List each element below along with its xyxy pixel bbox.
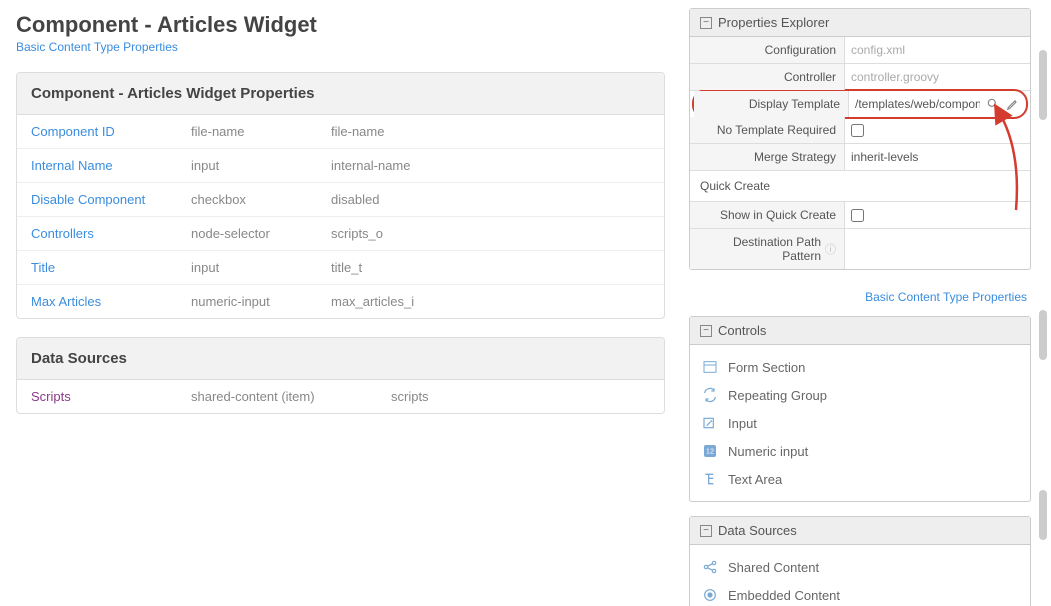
property-label: Disable Component [31, 192, 191, 207]
scrollbar[interactable] [1039, 490, 1047, 540]
controls-title: Controls [718, 323, 766, 338]
datasource-type: shared-content (item) [191, 389, 391, 404]
show-in-quick-create-checkbox[interactable] [851, 209, 864, 222]
merge-strategy-row: Merge Strategy [690, 144, 1030, 171]
property-var: disabled [331, 192, 650, 207]
datasources-header[interactable]: − Data Sources [690, 517, 1030, 545]
pencil-icon[interactable] [1006, 97, 1020, 111]
property-type: node-selector [191, 226, 331, 241]
collapse-icon[interactable]: − [700, 525, 712, 537]
svg-text:12: 12 [706, 447, 714, 456]
property-row[interactable]: Controllers node-selector scripts_o [17, 217, 664, 251]
input-icon [702, 415, 718, 431]
destination-path-pattern-input[interactable] [851, 240, 1024, 258]
datasources-card-title: Data Sources [17, 338, 664, 380]
property-type: input [191, 260, 331, 275]
properties-card: Component - Articles Widget Properties C… [16, 72, 665, 319]
shared-content-icon [702, 559, 718, 575]
configuration-label: Configuration [690, 37, 845, 63]
control-form-section[interactable]: Form Section [700, 353, 1020, 381]
configuration-input[interactable] [851, 41, 1024, 59]
property-row[interactable]: Component ID file-name file-name [17, 115, 664, 149]
destination-path-pattern-label: Destination Path Pattern ⓘ [690, 229, 845, 269]
merge-strategy-label: Merge Strategy [690, 144, 845, 170]
property-row[interactable]: Disable Component checkbox disabled [17, 183, 664, 217]
form-section-icon [702, 359, 718, 375]
property-label: Title [31, 260, 191, 275]
properties-explorer-panel: − Properties Explorer Configuration Cont… [689, 8, 1031, 270]
control-text-area[interactable]: Text Area [700, 465, 1020, 493]
display-template-label: Display Template [694, 91, 849, 117]
property-var: max_articles_i [331, 294, 650, 309]
embedded-content-icon [702, 587, 718, 603]
no-template-required-checkbox[interactable] [851, 124, 864, 137]
collapse-icon[interactable]: − [700, 325, 712, 337]
repeating-group-icon [702, 387, 718, 403]
numeric-input-icon: 12 [702, 443, 718, 459]
scrollbar[interactable] [1039, 310, 1047, 360]
controls-header[interactable]: − Controls [690, 317, 1030, 345]
control-repeating-group[interactable]: Repeating Group [700, 381, 1020, 409]
configuration-row: Configuration [690, 37, 1030, 64]
property-row[interactable]: Max Articles numeric-input max_articles_… [17, 285, 664, 318]
page-title: Component - Articles Widget [16, 12, 665, 38]
no-template-required-row: No Template Required [690, 117, 1030, 144]
destination-path-pattern-row: Destination Path Pattern ⓘ [690, 229, 1030, 269]
search-icon[interactable] [986, 97, 1000, 111]
property-label: Component ID [31, 124, 191, 139]
property-type: checkbox [191, 192, 331, 207]
datasources-panel: − Data Sources Shared Content Embedded C… [689, 516, 1031, 606]
collapse-icon[interactable]: − [700, 17, 712, 29]
properties-explorer-header[interactable]: − Properties Explorer [690, 9, 1030, 37]
show-in-quick-create-label: Show in Quick Create [690, 202, 845, 228]
no-template-required-label: No Template Required [690, 117, 845, 143]
merge-strategy-input[interactable] [851, 148, 1024, 166]
help-icon[interactable]: ⓘ [825, 241, 836, 257]
basic-content-type-properties-link[interactable]: Basic Content Type Properties [16, 40, 665, 54]
controller-input[interactable] [851, 68, 1024, 86]
right-panel: − Properties Explorer Configuration Cont… [681, 0, 1051, 606]
properties-card-title: Component - Articles Widget Properties [17, 73, 664, 115]
control-input[interactable]: Input [700, 409, 1020, 437]
property-label: Internal Name [31, 158, 191, 173]
property-row[interactable]: Title input title_t [17, 251, 664, 285]
show-in-quick-create-row: Show in Quick Create [690, 202, 1030, 229]
property-var: title_t [331, 260, 650, 275]
property-label: Max Articles [31, 294, 191, 309]
left-panel: Component - Articles Widget Basic Conten… [0, 0, 681, 606]
datasource-label: Scripts [31, 389, 191, 404]
control-numeric-input[interactable]: 12 Numeric input [700, 437, 1020, 465]
property-row[interactable]: Internal Name input internal-name [17, 149, 664, 183]
controller-label: Controller [690, 64, 845, 90]
datasource-row[interactable]: Scripts shared-content (item) scripts [17, 380, 664, 413]
text-area-icon [702, 471, 718, 487]
basic-content-type-properties-link-right[interactable]: Basic Content Type Properties [689, 284, 1031, 316]
datasource-var: scripts [391, 389, 650, 404]
datasource-embedded-content[interactable]: Embedded Content [700, 581, 1020, 606]
property-var: internal-name [331, 158, 650, 173]
datasources-card: Data Sources Scripts shared-content (ite… [16, 337, 665, 414]
property-type: numeric-input [191, 294, 331, 309]
datasources-title: Data Sources [718, 523, 797, 538]
property-type: input [191, 158, 331, 173]
quick-create-label: Quick Create [690, 171, 1030, 202]
controller-row: Controller [690, 64, 1030, 91]
display-template-row: Display Template [692, 89, 1028, 119]
scrollbar[interactable] [1039, 50, 1047, 120]
property-type: file-name [191, 124, 331, 139]
properties-explorer-title: Properties Explorer [718, 15, 829, 30]
property-var: file-name [331, 124, 650, 139]
controls-panel: − Controls Form Section Repeating Group … [689, 316, 1031, 502]
datasource-shared-content[interactable]: Shared Content [700, 553, 1020, 581]
property-label: Controllers [31, 226, 191, 241]
property-var: scripts_o [331, 226, 650, 241]
